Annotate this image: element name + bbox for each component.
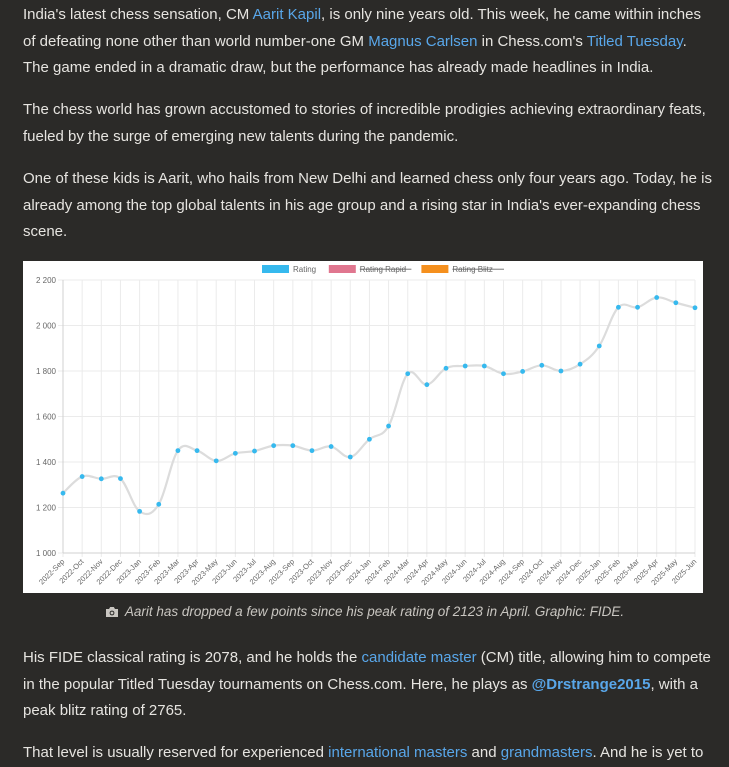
- rating-series-line: [62, 296, 696, 516]
- rating-data-point: [462, 363, 468, 369]
- rating-data-point: [558, 368, 564, 374]
- rating-data-point: [271, 443, 277, 449]
- rating-data-point: [290, 443, 296, 449]
- rating-data-point: [347, 454, 353, 460]
- legend-label: Rating: [293, 265, 316, 274]
- text-span: and: [467, 744, 501, 761]
- rating-data-point: [137, 508, 143, 514]
- y-tick-label: 1 800: [36, 367, 57, 376]
- text-span: His FIDE classical rating is 2078, and h…: [23, 649, 362, 666]
- intro-paragraph: India's latest chess sensation, CM Aarit…: [23, 2, 713, 82]
- rating-data-point: [577, 361, 583, 367]
- link-magnus-carlsen[interactable]: Magnus Carlsen: [368, 33, 477, 50]
- rating-data-point: [405, 371, 411, 377]
- rating-data-point: [481, 363, 487, 369]
- rating-data-point: [232, 450, 238, 456]
- link-international-masters[interactable]: international masters: [328, 744, 467, 761]
- rating-data-point: [673, 300, 679, 306]
- rating-data-point: [386, 423, 391, 429]
- y-tick-label: 1 000: [36, 549, 57, 558]
- text-span: in Chess.com's: [477, 32, 587, 50]
- y-tick-label: 1 200: [36, 504, 57, 513]
- rating-data-point: [520, 369, 526, 374]
- rating-data-point: [252, 448, 257, 454]
- rating-data-point: [60, 490, 66, 496]
- text-span: That level is usually reserved for exper…: [23, 744, 329, 761]
- rating-data-point: [118, 476, 123, 482]
- rating-chart-svg: 1 0001 2001 4001 6001 8002 0002 2002022-…: [36, 265, 698, 587]
- legend-swatch: [328, 265, 356, 273]
- camera-icon: [105, 606, 119, 621]
- prodigies-paragraph: The chess world has grown accustomed to …: [23, 101, 706, 145]
- rating-data-point: [501, 371, 506, 377]
- article: India's latest chess sensation, CM Aarit…: [0, 0, 729, 765]
- link-candidate-master[interactable]: candidate master: [362, 649, 477, 666]
- rating-data-point: [539, 362, 545, 368]
- rating-data-point: [635, 304, 640, 310]
- y-tick-label: 1 400: [36, 458, 57, 467]
- rating-data-point: [443, 365, 449, 371]
- rating-data-point: [156, 501, 162, 507]
- text-span: . And he is yet to: [592, 744, 704, 761]
- y-tick-label: 1 600: [36, 413, 57, 422]
- y-tick-label: 2 200: [36, 276, 57, 285]
- rating-data-point: [654, 295, 660, 300]
- legend-swatch: [262, 265, 289, 273]
- link-titled-tuesday[interactable]: Titled Tuesday: [587, 33, 683, 50]
- level-paragraph: That level is usually reserved for exper…: [23, 740, 713, 767]
- rating-data-point: [309, 448, 315, 454]
- rating-data-point: [367, 436, 372, 442]
- rating-data-point: [424, 382, 430, 388]
- link-drstrange2015[interactable]: @Drstrange2015: [532, 676, 651, 693]
- rating-data-point: [213, 458, 219, 464]
- rating-paragraph: His FIDE classical rating is 2078, and h…: [23, 645, 713, 725]
- chart-caption: Aarit has dropped a few points since his…: [0, 604, 729, 621]
- y-tick-label: 2 000: [36, 322, 57, 331]
- rating-data-point: [98, 476, 104, 482]
- caption-text: Aarit has dropped a few points since his…: [124, 604, 625, 619]
- rating-data-point: [615, 304, 621, 310]
- rating-data-point: [328, 444, 334, 449]
- rating-data-point: [596, 343, 602, 349]
- legend-swatch: [421, 265, 449, 273]
- rating-data-point: [194, 448, 200, 454]
- rating-data-point: [79, 474, 85, 479]
- background-paragraph: One of these kids is Aarit, who hails fr…: [23, 170, 712, 240]
- rating-data-point: [175, 448, 181, 454]
- text-span: India's latest chess sensation, CM: [23, 6, 253, 23]
- link-grandmasters[interactable]: grandmasters: [501, 744, 593, 761]
- rating-data-point: [692, 305, 698, 311]
- link-aarit-kapil[interactable]: Aarit Kapil: [253, 6, 321, 23]
- rating-chart: 1 000 1 200 1 400 1 600 1 800 2 000 2 200 2022-…: [23, 261, 703, 593]
